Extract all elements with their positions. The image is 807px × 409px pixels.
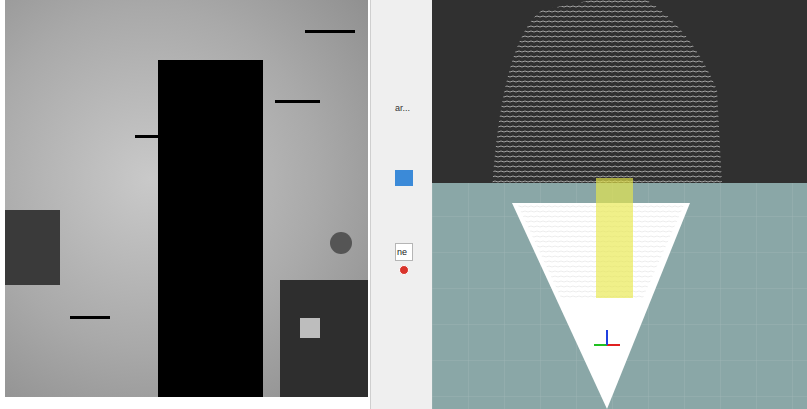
3d-view[interactable] [432,0,807,409]
truncated-label: ar... [395,102,410,114]
scene-canvas [432,0,807,409]
side-panel: ar... ne [370,0,432,409]
hole-line [135,135,160,138]
occluded-region [158,60,263,397]
panel-button[interactable]: ne [395,243,413,261]
selection-bar[interactable] [395,170,413,186]
hole-line [275,100,320,103]
depth-panel [0,0,370,409]
hole-line [305,30,355,33]
dark-patch [330,232,352,254]
app-window: ar... ne [0,0,807,409]
light-patch [300,318,320,338]
dark-patch [5,210,60,285]
hole-line [70,316,110,319]
dark-patch [280,280,368,397]
depth-image [5,0,368,397]
remove-icon[interactable] [399,265,409,275]
